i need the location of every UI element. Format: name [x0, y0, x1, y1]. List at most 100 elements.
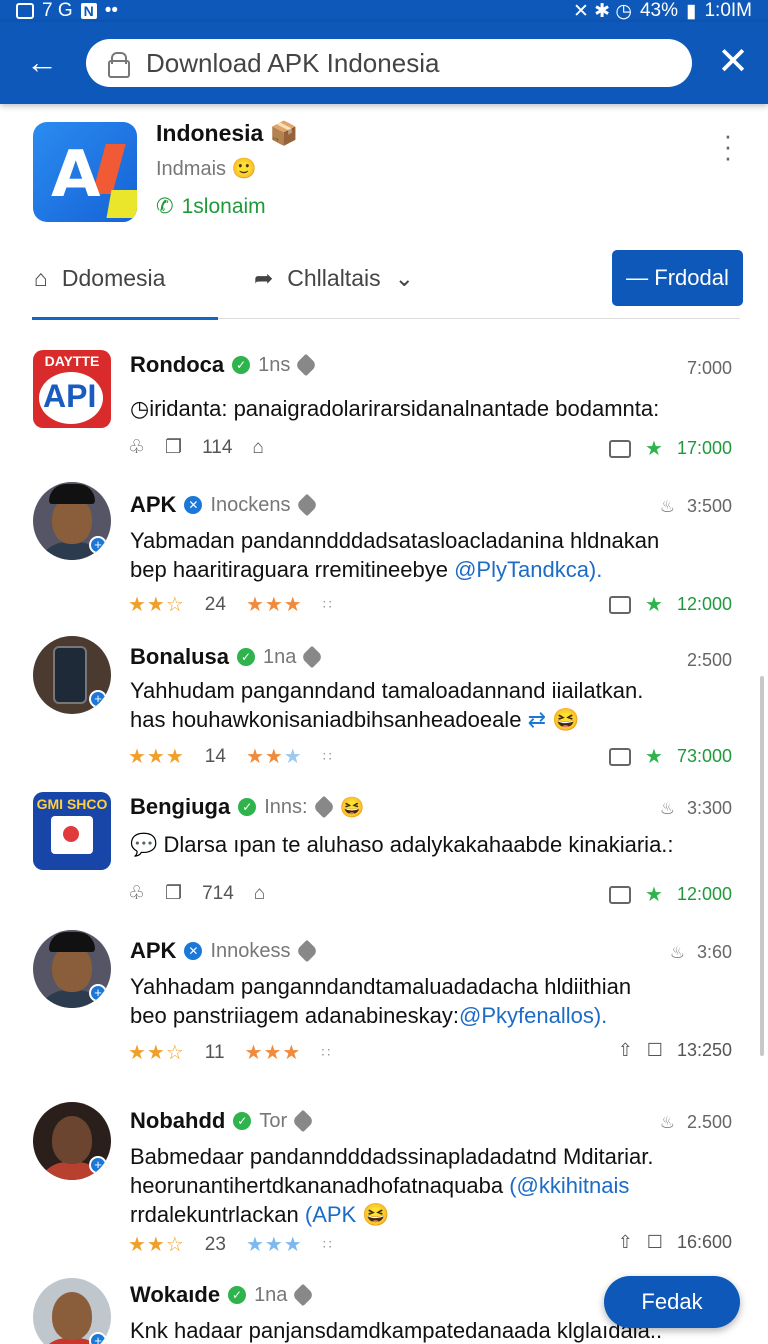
- grin-emoji-icon: 😆: [362, 1202, 390, 1227]
- save-box-icon[interactable]: [609, 595, 631, 614]
- boost-icon[interactable]: ★: [645, 882, 663, 907]
- post-author[interactable]: APK: [130, 492, 176, 518]
- post-body-line: has houhawkonisaniadbihsanheadoeale ⇄ 😆: [130, 705, 740, 734]
- post-header: APK ✕ Inockens: [130, 492, 318, 518]
- post-time: ♨ 2.500: [660, 1112, 732, 1133]
- logo-letter: A: [51, 138, 101, 212]
- user-avatar[interactable]: +: [33, 636, 111, 714]
- comment-bubble-icon[interactable]: ☐: [647, 1232, 663, 1253]
- smile-emoji-icon: 🙂: [231, 158, 257, 180]
- mention-link[interactable]: @Pkyfenallos).: [459, 1003, 607, 1028]
- avatar-face: [52, 1292, 92, 1340]
- follow-plus-icon[interactable]: +: [89, 1156, 107, 1174]
- user-avatar[interactable]: +: [33, 1102, 111, 1180]
- tab-share[interactable]: ➦ Chllaltais ⌄: [254, 258, 414, 298]
- follow-plus-icon[interactable]: +: [89, 690, 107, 708]
- post-time-text: 3:500: [686, 496, 732, 516]
- share-icon[interactable]: ⇧: [618, 1040, 633, 1061]
- more-dots-icon[interactable]: ∷: [323, 748, 332, 765]
- floating-action-button[interactable]: Fedak: [604, 1276, 740, 1328]
- verified-icon: ✓: [233, 1112, 252, 1130]
- cmi-emblem-avatar[interactable]: GMI SHCO: [33, 792, 111, 870]
- follow-plus-icon[interactable]: +: [89, 536, 107, 554]
- rating-stars-secondary: ★★★: [245, 594, 303, 616]
- rating-stars: ★★☆: [128, 1042, 185, 1064]
- tab-share-label: Chllaltais: [287, 264, 381, 291]
- status-icons: ✕ ✱ ◷: [572, 0, 632, 22]
- emblem-disc: API: [39, 372, 103, 424]
- boost-icon[interactable]: ★: [645, 592, 663, 617]
- rating-count: 24: [204, 593, 226, 615]
- search-query[interactable]: Download APK Indonesia: [146, 48, 439, 79]
- save-box-icon[interactable]: [609, 439, 631, 458]
- mention-link[interactable]: (APK: [305, 1202, 356, 1227]
- battery-level: 43%: [639, 0, 678, 21]
- more-dots-icon[interactable]: ∷: [321, 1044, 330, 1061]
- rating-stars-secondary: ★★★: [245, 746, 303, 768]
- post-author[interactable]: Bengiuga: [130, 794, 230, 820]
- post-handle: 1na: [254, 1283, 288, 1306]
- tag-icon: [295, 939, 318, 963]
- like-icon[interactable]: ♧: [128, 436, 145, 459]
- app-subtitle-text: Indmais: [156, 158, 227, 180]
- mention-link[interactable]: @PlyTandkca).: [454, 557, 602, 582]
- tab-home[interactable]: ⌂ Ddomesia: [34, 258, 165, 298]
- more-dots-icon[interactable]: ∷: [323, 596, 332, 613]
- rating-stars: ★★☆: [128, 594, 185, 616]
- post-body-line: 💬 Dlarsa ıpan te aluhaso adalykakahaabde…: [130, 830, 740, 859]
- post-author[interactable]: APK: [130, 938, 176, 964]
- app-call-link[interactable]: ✆ 1slonaim: [156, 194, 266, 219]
- post-right-stats: ★ 12:000: [609, 592, 732, 617]
- mention-link[interactable]: (@kkihitnais: [509, 1173, 629, 1198]
- boost-icon[interactable]: ★: [645, 744, 663, 769]
- home-small-icon[interactable]: ⌂: [252, 437, 263, 459]
- share-icon[interactable]: ⇧: [618, 1232, 633, 1253]
- user-avatar[interactable]: +: [33, 482, 111, 560]
- save-box-icon[interactable]: [609, 885, 631, 904]
- post-header: Bengiuga ✓ Inns: 😆: [130, 794, 365, 820]
- save-box-icon[interactable]: [609, 747, 631, 766]
- gallery-icon: [16, 3, 34, 19]
- user-avatar[interactable]: +: [33, 930, 111, 1008]
- follow-plus-icon[interactable]: +: [89, 984, 107, 1002]
- flame-icon: ♨: [669, 942, 685, 962]
- comment-icon[interactable]: ❐: [165, 882, 182, 905]
- more-vert-icon[interactable]: · · ·: [718, 122, 738, 170]
- post-body-line: beo panstriiagem adanabineskay:@Pkyfenal…: [130, 1001, 740, 1030]
- like-icon[interactable]: ♧: [128, 882, 145, 905]
- post-author[interactable]: Wokaıde: [130, 1282, 220, 1308]
- home-small-icon[interactable]: ⌂: [254, 883, 265, 905]
- rating-count: 14: [204, 745, 226, 767]
- post-actions: ★★☆ 23 ★★★ ∷: [128, 1232, 332, 1257]
- api-emblem-avatar[interactable]: DAYTTE API: [33, 350, 111, 428]
- app-title: Indonesia 📦: [156, 120, 298, 147]
- boost-count: 17:000: [676, 438, 732, 458]
- app-logo[interactable]: A: [33, 122, 137, 222]
- more-dots-icon[interactable]: ∷: [323, 1236, 332, 1253]
- laugh-emoji-icon: 😆: [339, 796, 365, 819]
- comment-icon[interactable]: ❐: [165, 436, 182, 459]
- back-arrow-icon[interactable]: ←: [22, 42, 62, 82]
- post-author[interactable]: Bonalusa: [130, 644, 229, 670]
- post-time: ♨ 3:300: [660, 798, 732, 819]
- post-body-text: Dlarsa ıpan te aluhaso adalykakahaabde k…: [163, 832, 674, 857]
- boost-icon[interactable]: ★: [645, 436, 663, 461]
- emblem-top-text: DAYTTE: [44, 353, 100, 369]
- avatar-hat: [49, 484, 95, 504]
- search-field[interactable]: Download APK Indonesia: [86, 39, 692, 87]
- post-body: Yahhudam panganndand tamaloadannand iiai…: [130, 676, 740, 734]
- top-app-bar: ← Download APK Indonesia ✕: [0, 22, 768, 104]
- comment-bubble-icon[interactable]: ☐: [647, 1040, 663, 1061]
- post-time-text: 7:000: [686, 358, 732, 378]
- follow-plus-icon[interactable]: +: [89, 1332, 107, 1344]
- primary-action-button[interactable]: — Frdodal: [612, 250, 743, 306]
- scrollbar-thumb[interactable]: [760, 676, 764, 1056]
- close-icon[interactable]: ✕: [712, 40, 754, 84]
- post-actions: ★★☆ 11 ★★★ ∷: [128, 1040, 330, 1065]
- post-header: Wokaıde ✓ 1na: [130, 1282, 315, 1308]
- post-right-stats: ★ 17:000: [609, 436, 732, 461]
- post-author[interactable]: Nobahdd: [130, 1108, 225, 1134]
- user-avatar[interactable]: +: [33, 1278, 111, 1344]
- flame-icon: ♨: [659, 496, 675, 516]
- post-author[interactable]: Rondoca: [130, 352, 224, 378]
